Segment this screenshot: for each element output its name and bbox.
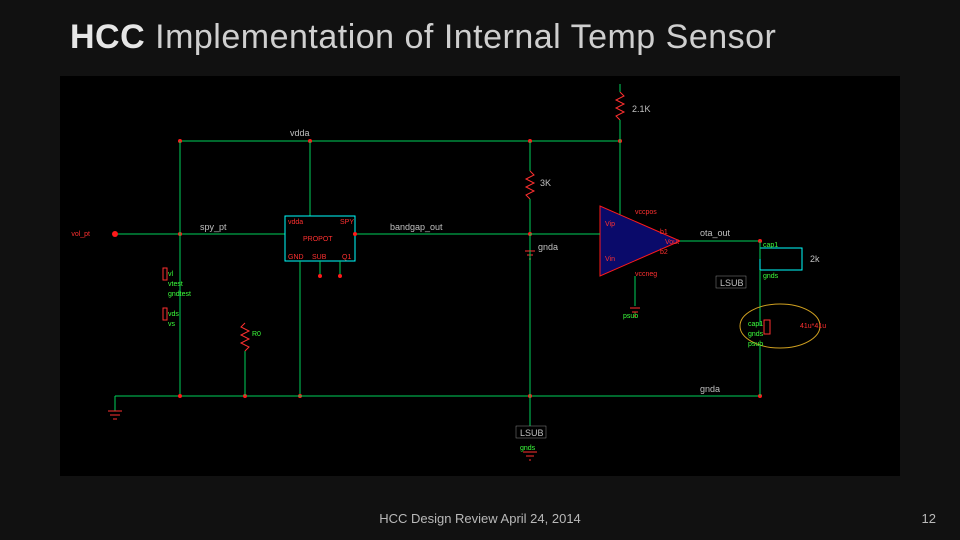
resistor-3k xyxy=(526,171,534,199)
net-vdda: vdda xyxy=(290,128,310,138)
node xyxy=(338,274,342,278)
sym xyxy=(764,320,770,334)
pin: vccneg xyxy=(635,271,657,278)
pin: b1 xyxy=(660,229,668,236)
title-rest: Implementation of Internal Temp Sensor xyxy=(155,18,776,56)
pin: gnds xyxy=(520,445,536,452)
pin: Q1 xyxy=(342,254,351,261)
slide-title: HCC Implementation of Internal Temp Sens… xyxy=(70,18,776,57)
net-gnda: gnda xyxy=(700,384,720,394)
resistor-2p1k xyxy=(616,92,624,120)
net-ota: ota_out xyxy=(700,228,731,238)
slide: HCC Implementation of Internal Temp Sens… xyxy=(0,0,960,540)
pin: Vin xyxy=(605,256,615,263)
pin: SUB xyxy=(312,254,327,261)
port-vol-label: vol_pt xyxy=(71,231,90,238)
pin: vs xyxy=(168,321,176,328)
pin: vl xyxy=(168,271,174,278)
block-label: PROPOT xyxy=(303,236,333,243)
r0-label: R0 xyxy=(252,331,261,338)
node xyxy=(178,394,182,398)
sink2-label: LSUB xyxy=(520,428,544,438)
pin: gnds xyxy=(748,331,764,338)
cap-dim: 41u*41u xyxy=(800,323,826,330)
net-bandgap: bandgap_out xyxy=(390,222,443,232)
pin: vds xyxy=(168,311,179,318)
page-number: 12 xyxy=(922,511,936,526)
pin: psub xyxy=(748,341,763,348)
pin: GND xyxy=(288,254,304,261)
pin: vdda xyxy=(288,219,303,226)
node xyxy=(318,274,322,278)
r-2p1k-label: 2.1K xyxy=(632,104,651,114)
pin: vtest xyxy=(168,281,183,288)
net-spy: spy_pt xyxy=(200,222,227,232)
gnd-icon xyxy=(108,411,122,419)
r-3k-label: 3K xyxy=(540,178,551,188)
footer: HCC Design Review April 24, 2014 xyxy=(0,511,960,526)
pin: Vout xyxy=(665,239,679,246)
sym xyxy=(163,308,167,320)
pin: vccpos xyxy=(635,209,657,216)
pin: SPY xyxy=(340,219,354,226)
port-volpt xyxy=(112,231,118,237)
block-rout xyxy=(760,248,802,270)
pin: cap1 xyxy=(748,321,763,328)
gnd-icon xyxy=(523,452,537,460)
net-gnda-tap: gnda xyxy=(538,242,558,252)
sink-label: LSUB xyxy=(720,278,744,288)
title-bold: HCC xyxy=(70,18,145,56)
pin: cap1 xyxy=(763,242,778,249)
node xyxy=(353,232,357,236)
pin: gnds xyxy=(763,273,779,280)
pin: Vip xyxy=(605,221,615,228)
sym xyxy=(163,268,167,280)
schematic-canvas: vdda vol_pt spy_pt vl vtest gndtest vds … xyxy=(60,76,900,476)
pin: b2 xyxy=(660,249,668,256)
pin: gndtest xyxy=(168,291,191,298)
r-2k-label: 2k xyxy=(810,254,820,264)
resistor-r0 xyxy=(241,323,249,351)
schematic-svg: vdda vol_pt spy_pt vl vtest gndtest vds … xyxy=(60,76,900,476)
